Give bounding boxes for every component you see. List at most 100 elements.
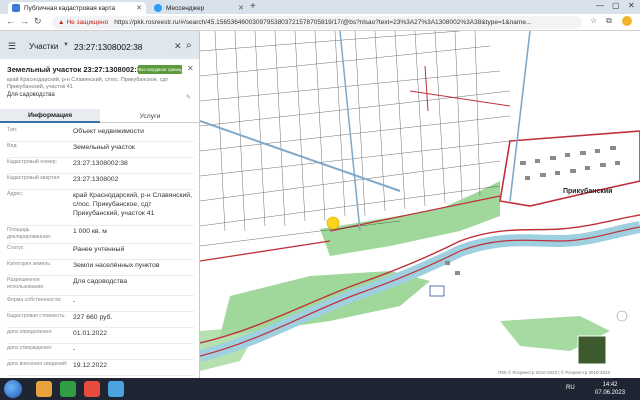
start-button[interactable] (4, 380, 22, 398)
info-row: Кадастровый квартал: 23:27:1308002 (0, 175, 199, 191)
info-row-value: Объект недвижимости (73, 128, 144, 135)
info-row-value: 23:27:1308002:38 (73, 160, 128, 167)
info-row: Категория земель: Земли населённых пункто… (0, 261, 199, 277)
forward-icon[interactable]: → (20, 16, 29, 26)
browser-tab-messenger[interactable]: Мессенджер ✕ (150, 2, 248, 14)
row-divider (7, 275, 194, 276)
info-row-key: Адрес: (7, 191, 24, 197)
road (200, 120, 401, 192)
media-player-icon[interactable] (60, 381, 76, 397)
minimize-icon[interactable]: — (596, 1, 604, 10)
close-window-icon[interactable]: ✕ (628, 1, 635, 10)
row-divider (7, 189, 194, 190)
maximize-icon[interactable]: ▢ (612, 1, 620, 10)
info-row-key: дата утверждения: (7, 345, 53, 351)
info-row-key: дата определения: (7, 329, 53, 335)
info-row: Разрешенное использование: Для садоводств… (0, 277, 199, 297)
info-row-key: дата внесения сведений: (7, 361, 68, 367)
language-indicator[interactable]: RU (566, 385, 575, 391)
row-divider (7, 141, 194, 142)
info-row-value: - (73, 346, 76, 353)
info-row: Кадастровая стоимость: 227 660 руб. (0, 313, 199, 329)
info-row-key: Кадастровая стоимость: (7, 313, 66, 319)
browser-tab-cadastral[interactable]: Публичная кадастровая карта ✕ (8, 2, 146, 14)
row-divider (7, 259, 194, 260)
row-divider (7, 295, 194, 296)
info-row-key: Вид: (7, 143, 18, 149)
row-divider (7, 343, 194, 344)
row-divider (7, 243, 194, 244)
row-divider (7, 173, 194, 174)
warning-icon: ▲ (58, 19, 65, 26)
file-explorer-icon[interactable] (36, 381, 52, 397)
chrome-icon[interactable] (84, 381, 100, 397)
cadastral-favicon-icon (12, 4, 20, 12)
info-row: Статус: Ранее учтенный (0, 245, 199, 261)
road (339, 31, 361, 232)
info-row-value: 227 660 руб. (73, 314, 113, 321)
info-row-key: Статус: (7, 245, 25, 251)
search-bar: ☰ Участки ▼ ✕ ⌕ (0, 31, 199, 59)
tab-services[interactable]: Услуги (100, 109, 199, 123)
tab-information[interactable]: Информация (0, 109, 100, 123)
pin-icon[interactable]: ✎ (186, 94, 191, 101)
info-row-key: Площадь декларированная: (7, 227, 52, 240)
address-bar[interactable]: ▲ Не защищено https://pkk.rosreestr.ru/#… (52, 16, 582, 29)
search-icon[interactable]: ⌕ (186, 40, 192, 51)
minimap (577, 335, 607, 365)
info-row-key: Кадастровый номер: (7, 159, 57, 165)
object-title: Земельный участок 23:27:1308002:38 (7, 65, 146, 74)
info-row-value: 01.01.2022 (73, 330, 108, 337)
info-row-value: Земельный участок (73, 144, 135, 151)
map-controls (616, 310, 628, 322)
app-icon[interactable] (108, 381, 124, 397)
info-row-key: Форма собственности: (7, 297, 62, 303)
info-row: Тип: Объект недвижимости (0, 127, 199, 143)
browser-tabstrip: Публичная кадастровая карта ✕ Мессенджер… (0, 0, 640, 14)
info-tabs: Информация Услуги (0, 109, 199, 123)
search-input[interactable] (74, 41, 174, 53)
status-badge: Без координат границ (138, 65, 182, 74)
map-copyright: ПКК © Росреестр 2010-2023 | © Росреестр … (496, 370, 612, 375)
close-tab-icon[interactable]: ✕ (136, 4, 142, 12)
info-row: Кадастровый номер: 23:27:1308002:38 (0, 159, 199, 175)
row-divider (7, 359, 194, 360)
info-row-key: Разрешенное использование: (7, 277, 45, 290)
back-icon[interactable]: ← (6, 16, 15, 26)
info-row-value: - (73, 298, 76, 305)
info-row: Вид: Земельный участок (0, 143, 199, 159)
info-row-value: край Краснодарский, р-н Славянский, с/по… (73, 192, 192, 217)
taskbar: RU 14:42 07.06.2023 (0, 378, 640, 400)
info-row: дата определения: 01.01.2022 (0, 329, 199, 345)
row-divider (7, 225, 194, 226)
info-row-value: 23:27:1308002 (73, 176, 119, 183)
info-row-value: 19.12.2022 (73, 362, 108, 369)
map-canvas[interactable] (200, 31, 640, 378)
road (409, 90, 511, 107)
info-row: Форма собственности: - (0, 297, 199, 313)
reload-icon[interactable]: ↻ (34, 16, 42, 27)
close-panel-icon[interactable]: ✕ (187, 64, 194, 73)
new-tab-button[interactable]: + (250, 1, 256, 12)
row-divider (7, 157, 194, 158)
clock-date: 07.06.2023 (595, 390, 626, 396)
chevron-down-icon[interactable]: ▼ (63, 42, 69, 48)
search-type-select[interactable]: Участки (29, 42, 58, 51)
star-icon[interactable]: ☆ (590, 16, 597, 25)
close-tab-icon[interactable]: ✕ (238, 4, 244, 12)
clock-time: 14:42 (602, 382, 618, 388)
profile-avatar[interactable] (622, 16, 632, 26)
messenger-favicon-icon (154, 4, 162, 12)
info-panel: ☰ Участки ▼ ✕ ⌕ Земельный участок 23:27:… (0, 31, 200, 378)
clock[interactable]: 14:42 07.06.2023 (595, 381, 625, 397)
row-divider (7, 375, 194, 376)
clear-icon[interactable]: ✕ (174, 41, 182, 52)
browser-navbar: ← → ↻ ▲ Не защищено https://pkk.rosreest… (0, 14, 640, 31)
cadastral-map[interactable]: Прикубанский ПКК © Росреестр 2010-2023 |… (200, 31, 640, 378)
extensions-icon[interactable]: ⧉ (606, 16, 612, 26)
boundary-line (200, 240, 331, 262)
info-row: Адрес: край Краснодарский, р-н Славянский… (0, 191, 199, 227)
row-divider (7, 327, 194, 328)
menu-icon[interactable]: ☰ (8, 41, 16, 52)
road (424, 65, 429, 112)
